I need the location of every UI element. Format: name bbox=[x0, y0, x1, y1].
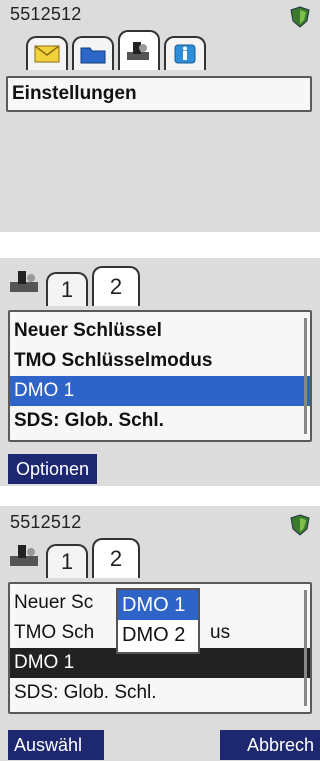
scrollbar[interactable] bbox=[304, 590, 307, 706]
key-list: Neuer Schlüssel TMO Schlüsselmodus DMO 1… bbox=[8, 310, 312, 442]
tab-1[interactable]: 1 bbox=[46, 544, 88, 578]
tab-2[interactable]: 2 bbox=[92, 266, 140, 306]
screen-2: 1 2 Neuer Schlüssel TMO Schlüsselmodus D… bbox=[0, 258, 320, 486]
tab-bar: 1 2 bbox=[46, 266, 144, 306]
tab-1-label: 1 bbox=[60, 549, 74, 574]
list-item[interactable]: Neuer Schlüssel bbox=[10, 316, 310, 346]
settings-menu: Einstellungen bbox=[6, 76, 312, 112]
shield-icon bbox=[290, 514, 310, 536]
tab-1[interactable]: 1 bbox=[46, 272, 88, 306]
list-item-label: Neuer Sc bbox=[14, 592, 94, 613]
softkey-auswaehl[interactable]: Auswähl bbox=[8, 730, 104, 760]
tab-bar bbox=[26, 30, 210, 70]
key-icon bbox=[10, 271, 38, 292]
info-icon bbox=[174, 44, 196, 64]
envelope-icon bbox=[34, 45, 60, 63]
folder-icon bbox=[80, 47, 106, 64]
list-item-label: TMO Sch bbox=[14, 622, 95, 643]
menu-item-einstellungen[interactable]: Einstellungen bbox=[8, 78, 310, 108]
key-icon bbox=[10, 545, 38, 566]
tab-1-label: 1 bbox=[60, 277, 74, 302]
tab-settings[interactable] bbox=[118, 30, 160, 70]
softkey-abbrech[interactable]: Abbrech bbox=[220, 730, 320, 760]
tab-2-label: 2 bbox=[109, 274, 123, 299]
shield-icon bbox=[290, 6, 310, 28]
list-item[interactable]: SDS: Glob. Schl. bbox=[10, 678, 310, 708]
popup-option-dmo2[interactable]: DMO 2 bbox=[118, 620, 198, 650]
list-item-label-suffix: us bbox=[210, 622, 231, 643]
tab-2[interactable]: 2 bbox=[92, 538, 140, 578]
softkey-optionen[interactable]: Optionen bbox=[8, 454, 98, 484]
tab-bar: 1 2 bbox=[46, 538, 144, 578]
popup-option-dmo1[interactable]: DMO 1 bbox=[118, 590, 198, 620]
tab-2-label: 2 bbox=[109, 546, 123, 571]
screen-3: 5512512 1 2 Neuer Sc TMO Sch us DMO 1 SD… bbox=[0, 506, 320, 761]
scrollbar[interactable] bbox=[304, 318, 307, 434]
screen-1: 5512512 Einstellungen bbox=[0, 0, 320, 232]
tab-messages[interactable] bbox=[26, 36, 68, 70]
list-item[interactable]: SDS: Glob. Schl. bbox=[10, 406, 310, 436]
list-item[interactable]: TMO Schlüsselmodus bbox=[10, 346, 310, 376]
tab-folders[interactable] bbox=[72, 36, 114, 70]
options-popup: DMO 1 DMO 2 bbox=[116, 588, 200, 654]
settings-icon bbox=[127, 42, 149, 60]
status-number: 5512512 bbox=[10, 512, 82, 532]
status-number: 5512512 bbox=[10, 4, 82, 24]
tab-info[interactable] bbox=[164, 36, 206, 70]
list-item-selected[interactable]: DMO 1 bbox=[10, 376, 310, 406]
